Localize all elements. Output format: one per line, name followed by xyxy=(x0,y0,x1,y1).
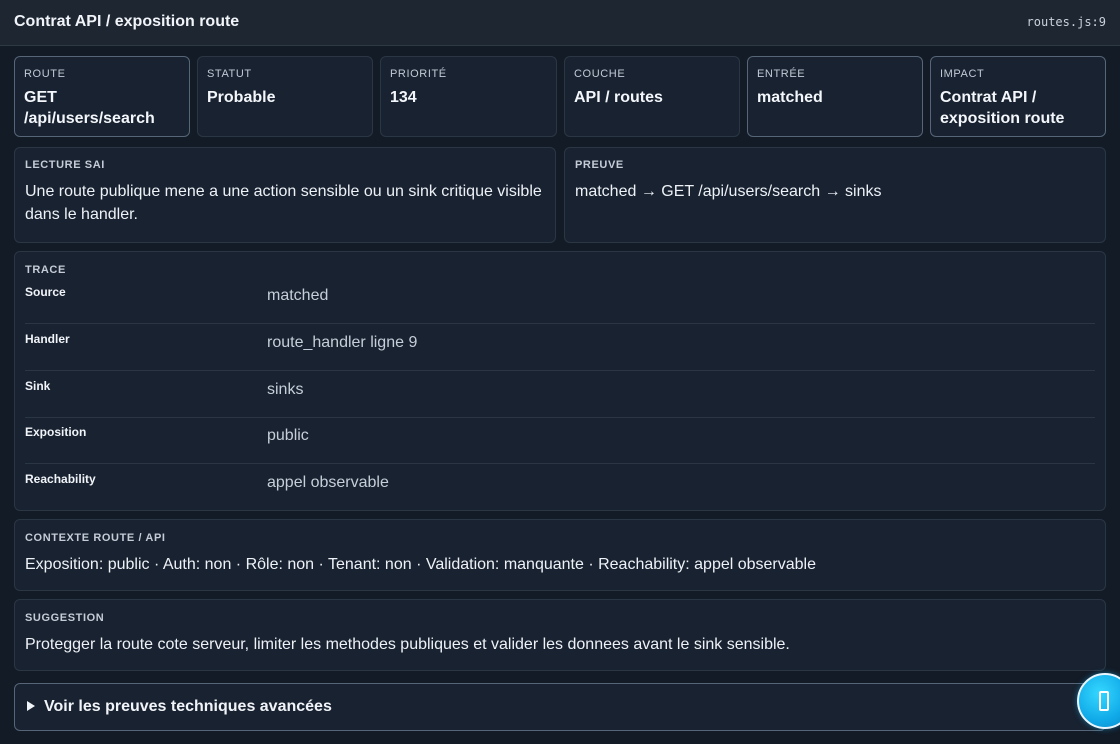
stat-label: IMPACT xyxy=(940,68,985,80)
contexte-panel: CONTEXTE ROUTE / API Exposition: public … xyxy=(14,519,1106,591)
advanced-proofs-toggle[interactable]: Voir les preuves techniques avancées xyxy=(14,683,1106,731)
stat-value: Probable xyxy=(207,89,276,106)
preuve-panel: PREUVE matched → GET /api/users/search →… xyxy=(564,147,1106,243)
contexte-label: CONTEXTE ROUTE / API xyxy=(25,532,166,544)
trace-key: Sink xyxy=(25,379,51,393)
stat-card-statut: STATUT Probable xyxy=(197,56,373,137)
stat-card-entree: ENTRÉE matched xyxy=(747,56,923,137)
stat-card-couche: COUCHE API / routes xyxy=(564,56,740,137)
stat-value: GET /api/users/search xyxy=(24,89,155,127)
stat-value: matched xyxy=(757,89,823,106)
trace-label: TRACE xyxy=(25,264,66,276)
advanced-proofs-label: Voir les preuves techniques avancées xyxy=(44,698,332,715)
trace-row-exposition: Exposition public xyxy=(25,417,1095,464)
trace-value: appel observable xyxy=(267,474,389,491)
trace-key: Reachability xyxy=(25,472,96,486)
page-title: Contrat API / exposition route xyxy=(14,13,240,30)
suggestion-label: SUGGESTION xyxy=(25,612,105,624)
trace-value: route_handler ligne 9 xyxy=(267,334,418,351)
suggestion-text: Protegger la route cote serveur, limiter… xyxy=(25,636,790,653)
stat-label: ENTRÉE xyxy=(757,68,806,80)
trace-key: Handler xyxy=(25,332,70,346)
stat-value: Contrat API / exposition route xyxy=(940,89,1065,127)
preuve-text: matched → GET /api/users/search → sinks xyxy=(575,183,882,200)
trace-key: Source xyxy=(25,285,66,299)
stat-label: STATUT xyxy=(207,68,252,80)
suggestion-panel: SUGGESTION Protegger la route cote serve… xyxy=(14,599,1106,671)
stat-label: COUCHE xyxy=(574,68,626,80)
stat-card-priorite: PRIORITÉ 134 xyxy=(380,56,557,137)
trace-key: Exposition xyxy=(25,425,87,439)
stat-value: 134 xyxy=(390,89,417,106)
stat-card-route: ROUTE GET /api/users/search xyxy=(14,56,190,137)
lecture-text: Une route publique mene a une action sen… xyxy=(25,183,542,223)
source-file-ref[interactable]: routes.js:9 xyxy=(1027,15,1106,29)
lecture-label: LECTURE SAI xyxy=(25,159,105,171)
stat-label: ROUTE xyxy=(24,68,66,80)
trace-row-sink: Sink sinks xyxy=(25,371,1095,418)
stat-card-impact: IMPACT Contrat API / exposition route xyxy=(930,56,1106,137)
trace-row-handler: Handler route_handler ligne 9 xyxy=(25,324,1095,371)
trace-value: matched xyxy=(267,287,329,304)
stat-value: API / routes xyxy=(574,89,663,106)
header-bar: Contrat API / exposition route routes.js… xyxy=(0,0,1120,46)
trace-panel: TRACE Source matched Handler route_handl… xyxy=(14,251,1106,511)
assistant-icon xyxy=(1099,691,1109,711)
lecture-panel: LECTURE SAI Une route publique mene a un… xyxy=(14,147,556,243)
trace-row-reachability: Reachability appel observable xyxy=(25,464,1095,510)
trace-value: sinks xyxy=(267,381,304,398)
preuve-label: PREUVE xyxy=(575,159,624,171)
trace-value: public xyxy=(267,427,309,444)
caret-right-icon xyxy=(27,701,35,711)
contexte-text: Exposition: public · Auth: non · Rôle: n… xyxy=(25,556,817,573)
trace-row-source: Source matched xyxy=(25,277,1095,324)
stat-label: PRIORITÉ xyxy=(390,68,447,80)
